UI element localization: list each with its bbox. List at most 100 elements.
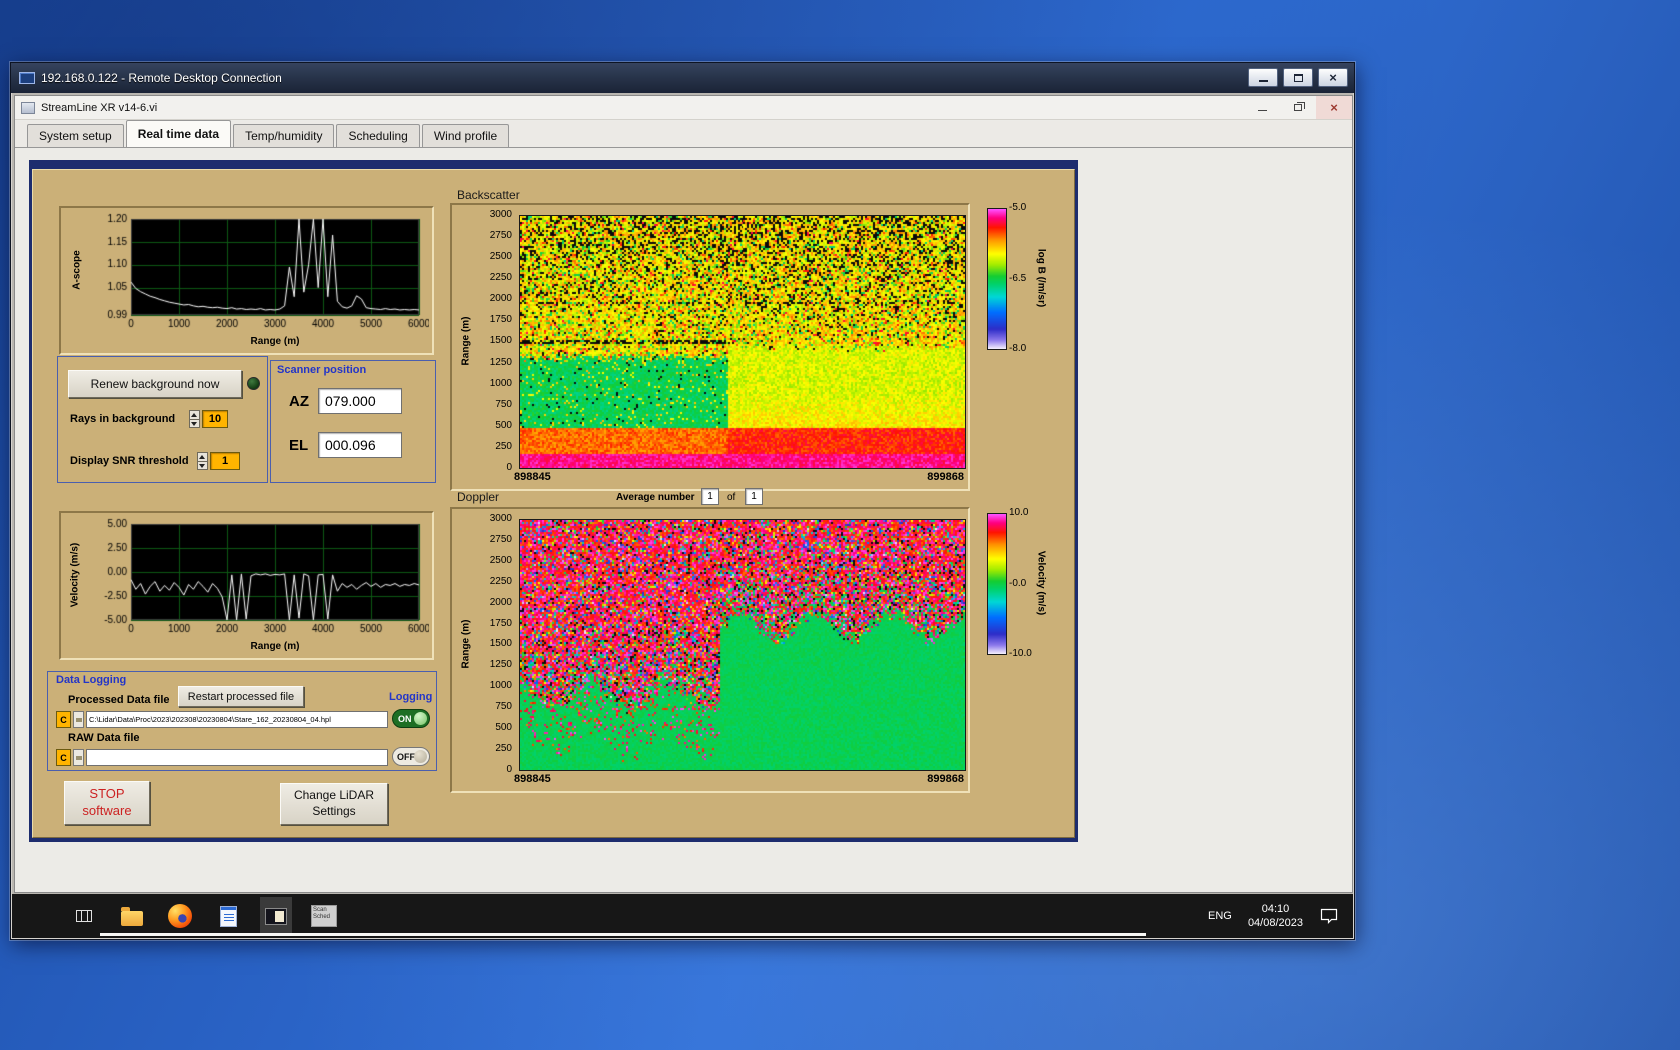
rdp-titlebar[interactable]: 192.168.0.122 - Remote Desktop Connectio… <box>11 63 1354 93</box>
display-snr-threshold-stepper[interactable] <box>197 452 208 470</box>
ascope-x-axis-label: Range (m) <box>250 336 300 347</box>
minimize-icon <box>1257 110 1267 111</box>
firefox-icon <box>168 904 192 928</box>
tick-label: -8.0 <box>1009 343 1027 354</box>
taskbar-clock[interactable]: 04:10 04/08/2023 <box>1248 902 1303 931</box>
velocity-x-axis-label: Range (m) <box>250 641 300 652</box>
ascope-y-axis-label: A-scope <box>71 250 83 290</box>
backscatter-x-tick-start: 898845 <box>514 471 551 483</box>
remote-session: StreamLine XR v14-6.vi × System setup Re… <box>12 93 1353 938</box>
data-logging-box: Data Logging Processed Data file Restart… <box>47 671 437 771</box>
language-indicator[interactable]: ENG <box>1202 894 1238 938</box>
display-snr-threshold-label: Display SNR threshold <box>70 455 189 467</box>
raw-path-browse-button[interactable] <box>73 749 84 766</box>
doppler-title: Doppler <box>457 490 500 504</box>
vi-minimize-button[interactable] <box>1244 96 1280 119</box>
taskbar-strip <box>100 933 1146 936</box>
vi-restore-button[interactable] <box>1280 96 1316 119</box>
minimize-icon <box>1258 80 1268 82</box>
notification-icon <box>1320 908 1338 924</box>
scanner-position-box: Scanner position AZ 079.000 EL 000.096 <box>270 360 436 483</box>
tick-label: -10.0 <box>1009 648 1032 659</box>
tick-label: 1250 <box>489 659 512 671</box>
firefox-button[interactable] <box>164 897 196 935</box>
scan-scheduler-icon: Scan Sched <box>311 905 337 927</box>
panel-frame: A-scope Range (m) Renew background now R… <box>29 160 1078 842</box>
average-number-label: Average number <box>616 492 695 503</box>
rays-in-background-stepper[interactable] <box>189 410 200 428</box>
tick-label: 1750 <box>489 617 512 629</box>
toggle-knob <box>414 750 427 763</box>
tick-label: 3000 <box>489 513 512 524</box>
streamline-app-button[interactable] <box>260 897 292 935</box>
processed-path-field[interactable]: C:\Lidar\Data\Proc\2023\202308\20230804\… <box>86 711 388 728</box>
task-view-button[interactable] <box>68 897 100 935</box>
doppler-y-ticks: 3000 2750 2500 2250 2000 1750 1500 1250 1000 750 5… <box>474 513 512 775</box>
backscatter-title: Backscatter <box>457 188 520 202</box>
tick-label: 2000 <box>489 596 512 608</box>
tab-wind-profile[interactable]: Wind profile <box>421 124 510 147</box>
raw-path-field[interactable] <box>86 749 388 766</box>
tick-label: 2000 <box>489 293 512 305</box>
rdp-window: 192.168.0.122 - Remote Desktop Connectio… <box>10 62 1355 940</box>
taskbar: Scan Sched ENG 04:10 04/08/2023 <box>12 894 1353 938</box>
raw-logging-toggle[interactable]: OFF <box>392 747 430 766</box>
tab-system-setup[interactable]: System setup <box>27 124 124 147</box>
close-icon: × <box>1329 70 1337 85</box>
file-explorer-button[interactable] <box>116 897 148 935</box>
backscatter-y-axis-label: Range (m) <box>460 316 472 366</box>
stop-software-button[interactable]: STOP software <box>64 781 150 825</box>
rays-in-background-value[interactable]: 10 <box>202 410 228 428</box>
toggle-off-label: OFF <box>397 751 415 762</box>
tick-label: 2500 <box>489 251 512 263</box>
azimuth-value[interactable]: 079.000 <box>318 388 402 414</box>
display-snr-threshold-value[interactable]: 1 <box>210 452 240 470</box>
processed-logging-toggle[interactable]: ON <box>392 709 430 728</box>
processed-data-file-label: Processed Data file <box>68 694 170 706</box>
ascope-panel: A-scope Range (m) <box>59 206 434 355</box>
renew-background-button[interactable]: Renew background now <box>68 370 242 398</box>
vi-titlebar[interactable]: StreamLine XR v14-6.vi × <box>15 96 1352 120</box>
processed-path-drive[interactable]: C <box>56 711 71 728</box>
doppler-frame: Range (m) 3000 2750 2500 2250 2000 1750 1500 12… <box>450 507 970 793</box>
tick-label: 1000 <box>489 377 512 389</box>
average-number-field[interactable]: 1 <box>701 488 719 505</box>
tab-real-time-data[interactable]: Real time data <box>125 120 232 147</box>
velocity-y-axis-label: Velocity (m/s) <box>69 542 81 608</box>
elevation-label: EL <box>289 437 309 454</box>
of-label: of <box>727 492 736 503</box>
change-settings-line1: Change LiDAR <box>293 788 375 803</box>
tab-temp-humidity[interactable]: Temp/humidity <box>233 124 335 147</box>
rdp-minimize-button[interactable] <box>1248 68 1278 87</box>
vi-app-icon <box>21 101 35 114</box>
tick-label: 1000 <box>489 680 512 692</box>
data-logging-label: Data Logging <box>56 674 127 686</box>
azimuth-label: AZ <box>289 393 309 410</box>
text-editor-button[interactable] <box>212 897 244 935</box>
rdp-close-button[interactable]: × <box>1318 68 1348 87</box>
change-lidar-settings-button[interactable]: Change LiDAR Settings <box>280 783 388 825</box>
rays-in-background-label: Rays in background <box>70 413 176 425</box>
average-count-field[interactable]: 1 <box>745 488 763 505</box>
vi-close-button[interactable]: × <box>1316 96 1352 119</box>
tick-label: 1500 <box>489 638 512 650</box>
tick-label: 250 <box>495 440 512 452</box>
backscatter-x-tick-end: 899868 <box>927 471 964 483</box>
tab-bar: System setup Real time data Temp/humidit… <box>15 120 1352 148</box>
task-view-icon <box>76 910 92 922</box>
toggle-knob <box>414 712 427 725</box>
stop-button-line1: STOP <box>89 786 125 802</box>
restart-processed-file-button[interactable]: Restart processed file <box>178 686 304 707</box>
elevation-value[interactable]: 000.096 <box>318 432 402 458</box>
rdp-maximize-button[interactable] <box>1283 68 1313 87</box>
tick-label: 2250 <box>489 272 512 284</box>
maximize-icon <box>1293 73 1303 82</box>
scan-scheduler-button[interactable]: Scan Sched <box>308 897 340 935</box>
processed-path-browse-button[interactable] <box>73 711 84 728</box>
notification-center-button[interactable] <box>1313 897 1345 935</box>
backscatter-colorbar <box>987 208 1007 350</box>
doppler-x-tick-end: 899868 <box>927 773 964 785</box>
change-settings-line2: Settings <box>312 804 356 818</box>
tab-scheduling[interactable]: Scheduling <box>336 124 420 147</box>
raw-path-drive[interactable]: C <box>56 749 71 766</box>
